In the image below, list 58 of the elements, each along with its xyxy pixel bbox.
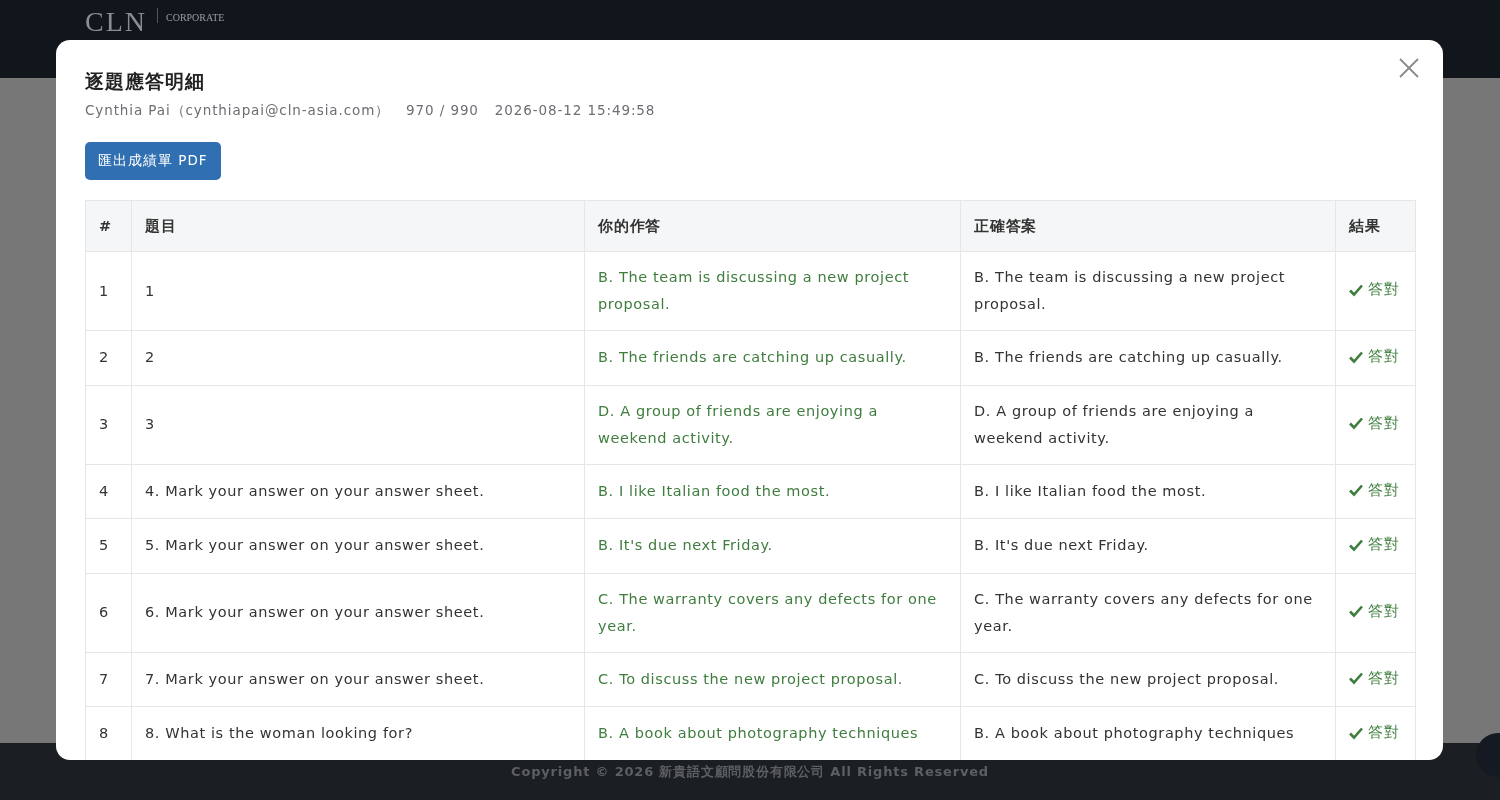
table-cell: B. It's due next Friday. [584, 518, 961, 573]
check-icon [1349, 725, 1363, 740]
check-icon [1349, 483, 1363, 497]
table-cell: C. To discuss the new project proposal. [584, 652, 961, 707]
check-icon [1349, 537, 1363, 552]
result-label: 答對 [1349, 276, 1400, 304]
check-icon [1349, 671, 1363, 685]
check-icon [1349, 282, 1363, 297]
column-header: 正確答案 [960, 200, 1336, 252]
table-cell: 7. Mark your answer on your answer sheet. [131, 652, 585, 707]
result-label: 答對 [1349, 597, 1400, 625]
check-icon [1349, 416, 1363, 431]
result-label: 答對 [1349, 664, 1400, 692]
check-icon [1349, 604, 1363, 619]
table-cell: B. I like Italian food the most. [960, 464, 1336, 519]
table-cell: D. A group of friends are enjoying a weekend activity. [584, 385, 961, 464]
meta-text: Cynthia Pai（cynthiapai@cln-asia.com） [85, 102, 391, 120]
table-cell: 1 [131, 251, 585, 331]
table-cell: 3 [131, 385, 585, 464]
column-header: 題目 [131, 200, 585, 252]
check-icon [1349, 349, 1363, 364]
table-cell: B. The team is discussing a new project proposal. [584, 251, 961, 331]
table-cell: 5. Mark your answer on your answer sheet. [131, 518, 585, 573]
export-pdf-button[interactable]: 匯出成績單 PDF [85, 142, 221, 180]
table-cell: C. The warranty covers any defects for one year. [584, 573, 961, 652]
table-cell: 6 [85, 573, 132, 652]
table-cell: 3 [85, 385, 132, 464]
logo-tagline: CORPORATE [157, 8, 225, 23]
table-cell: 4 [85, 464, 132, 519]
meta-text: 970 / 990 [406, 102, 479, 120]
table-cell: B. The team is discussing a new project proposal. [960, 251, 1336, 331]
table-cell: 1 [85, 251, 132, 331]
table-cell: D. A group of friends are enjoying a weekend activity. [960, 385, 1336, 464]
table-cell: 4. Mark your answer on your answer sheet. [131, 464, 585, 519]
dialog-title: 逐題應答明細 [85, 69, 206, 94]
table-cell: C. The warranty covers any defects for one year. [960, 573, 1336, 652]
table-cell: 2 [131, 330, 585, 385]
result-label: 答對 [1349, 409, 1400, 437]
table-cell: 5 [85, 518, 132, 573]
result-label: 答對 [1349, 343, 1400, 370]
table-cell: B. It's due next Friday. [960, 518, 1336, 573]
table-cell: B. The friends are catching up casually. [584, 330, 961, 385]
table-cell: C. To discuss the new project proposal. [960, 652, 1336, 707]
table-cell: 8 [85, 706, 132, 760]
column-header: 你的作答 [584, 200, 961, 252]
result-label: 答對 [1349, 719, 1400, 746]
table-cell: 7 [85, 652, 132, 707]
table-cell: B. I like Italian food the most. [584, 464, 961, 519]
table-cell: 6. Mark your answer on your answer sheet. [131, 573, 585, 652]
result-label: 答對 [1349, 476, 1400, 504]
copyright-text: Copyright © 2026 新貴語文顧問股份有限公司 All Rights Reserved [511, 763, 989, 781]
logo[interactable]: CLN [85, 8, 147, 36]
meta-text: 2026-08-12 15:49:58 [494, 102, 656, 120]
result-label: 答對 [1349, 531, 1400, 558]
table-cell: B. The friends are catching up casually. [960, 330, 1336, 385]
column-header: # [85, 200, 132, 252]
table-cell: 2 [85, 330, 132, 385]
column-header: 結果 [1335, 200, 1416, 252]
